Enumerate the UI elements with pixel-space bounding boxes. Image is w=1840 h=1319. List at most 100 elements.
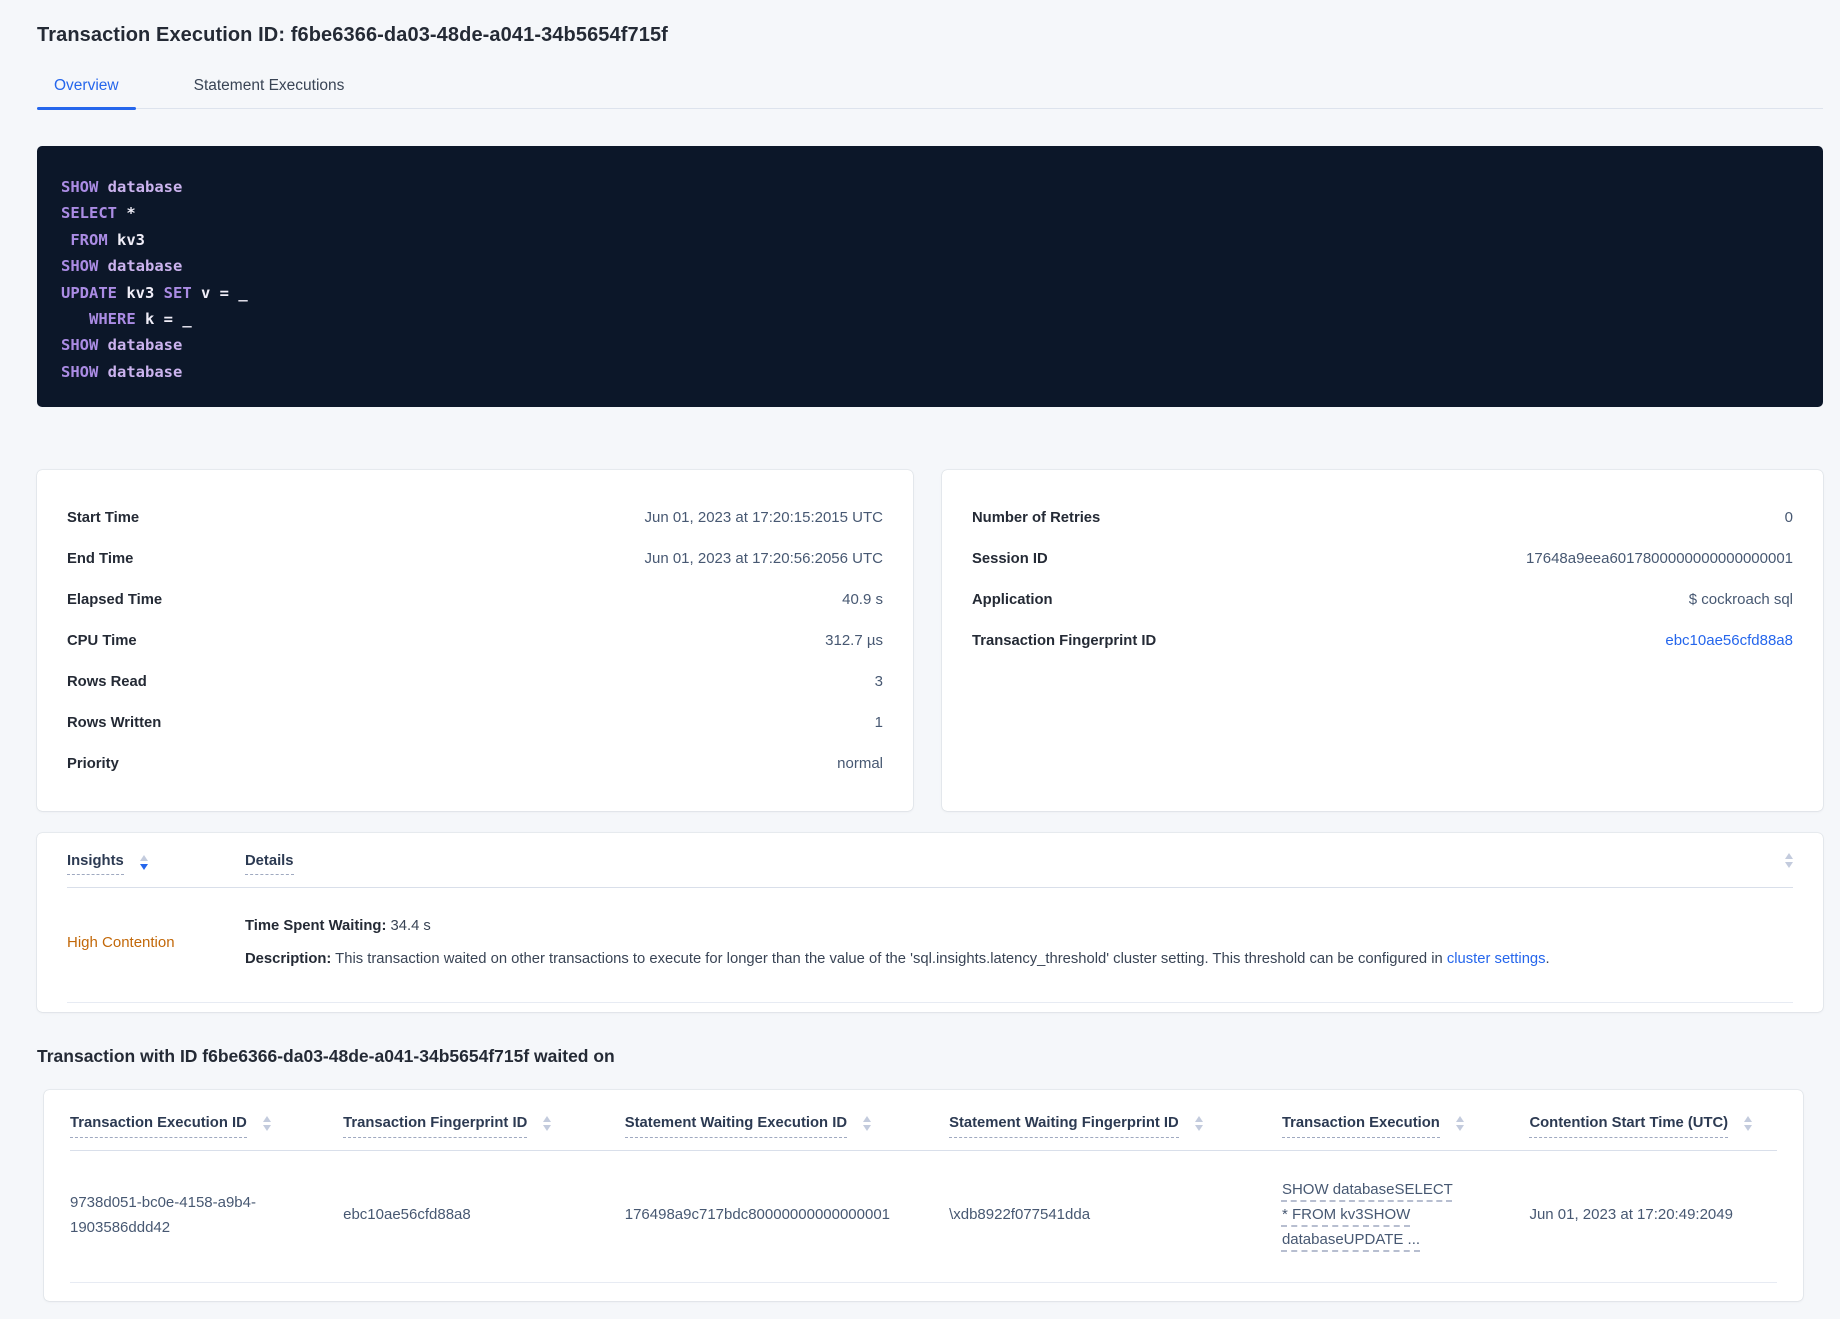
sql-keyword: SHOW [61, 178, 99, 196]
cluster-settings-link[interactable]: cluster settings [1447, 951, 1546, 967]
column-label[interactable]: Transaction Execution ID [70, 1114, 247, 1139]
description-line: Description: This transaction waited on … [245, 943, 1793, 976]
stat-label: Priority [67, 755, 119, 772]
col-transaction-execution[interactable]: Transaction Execution [1281, 1090, 1530, 1152]
stat-value: Jun 01, 2023 at 17:20:56:2056 UTC [644, 550, 883, 568]
insight-type-cell: High Contention [67, 934, 245, 952]
sort-icon[interactable] [863, 1116, 871, 1132]
stat-label: Elapsed Time [67, 591, 163, 608]
stat-row-application: Application $ cockroach sql [972, 579, 1793, 620]
sql-statement-box: SHOW database SELECT * FROM kv3 SHOW dat… [37, 146, 1823, 408]
sql-text: kv3 [117, 283, 155, 302]
stat-value: 312.7 µs [825, 632, 883, 650]
sort-icon[interactable] [543, 1116, 552, 1132]
stat-row-priority: Priority normal [67, 743, 883, 784]
sort-icon[interactable] [1194, 1116, 1203, 1132]
stat-label: Start Time [67, 509, 140, 526]
col-statement-waiting-execution-id[interactable]: Statement Waiting Execution ID [624, 1090, 950, 1152]
waited-on-table: Transaction Execution ID Transaction Fin… [70, 1090, 1777, 1284]
table-row: 9738d051-bc0e-4158-a9b4-1903586ddd42 ebc… [70, 1150, 1777, 1284]
cell-transaction-execution-id: 9738d051-bc0e-4158-a9b4-1903586ddd42 [70, 1150, 344, 1284]
sql-keyword: SHOW [61, 362, 99, 381]
stat-row-session-id: Session ID 17648a9eea6017800000000000000… [972, 538, 1793, 579]
sort-icon[interactable] [1785, 853, 1793, 869]
waited-on-table-card: Transaction Execution ID Transaction Fin… [44, 1090, 1803, 1302]
stat-row-end-time: End Time Jun 01, 2023 at 17:20:56:2056 U… [67, 538, 883, 579]
tab-bar: Overview Statement Executions [37, 77, 1823, 110]
sql-text: * [117, 204, 136, 223]
stat-value: Jun 01, 2023 at 17:20:15:2015 UTC [644, 509, 883, 527]
column-label[interactable]: Transaction Fingerprint ID [343, 1114, 528, 1139]
waited-on-heading: Transaction with ID f6be6366-da03-48de-a… [37, 1046, 615, 1067]
col-transaction-fingerprint-id[interactable]: Transaction Fingerprint ID [343, 1090, 625, 1152]
stat-value: 3 [874, 673, 883, 691]
stat-label: Number of Retries [972, 509, 1101, 526]
sql-keyword: SHOW [61, 336, 99, 355]
stat-row-transaction-fingerprint: Transaction Fingerprint ID ebc10ae56cfd8… [972, 620, 1793, 661]
description-label: Description: [245, 951, 332, 968]
sql-identifier: database [98, 362, 183, 381]
insights-sort-header[interactable]: Insights [67, 853, 124, 876]
cell-transaction-fingerprint-id: ebc10ae56cfd88a8 [343, 1150, 625, 1284]
tab-overview[interactable]: Overview [37, 77, 136, 110]
session-summary-card: Number of Retries 0 Session ID 17648a9ee… [942, 470, 1823, 812]
column-label[interactable]: Statement Waiting Fingerprint ID [949, 1114, 1179, 1139]
waiting-label: Time Spent Waiting: [245, 918, 387, 935]
sql-identifier: database [98, 257, 183, 276]
column-label[interactable]: Statement Waiting Execution ID [624, 1114, 847, 1139]
transaction-fingerprint-link[interactable]: ebc10ae56cfd88a8 [1665, 632, 1793, 649]
sort-icon[interactable] [1455, 1116, 1464, 1132]
transaction-execution-link[interactable]: SHOW databaseSELECT * FROM kv3SHOW datab… [1282, 1177, 1457, 1252]
stat-value: 1 [874, 714, 883, 732]
cell-statement-waiting-fingerprint-id: \xdb8922f077541dda [949, 1150, 1282, 1284]
sql-code: SHOW database SELECT * FROM kv3 SHOW dat… [61, 174, 1799, 385]
sql-identifier: database [98, 178, 183, 196]
insights-card: Insights Details High Contention Time Sp… [37, 833, 1823, 1013]
sort-icon[interactable] [1744, 1116, 1753, 1132]
sort-icon[interactable] [139, 855, 148, 871]
stat-label: CPU Time [67, 632, 137, 649]
stat-label: End Time [67, 550, 134, 567]
details-sort-header[interactable]: Details [245, 853, 294, 876]
table-header-row: Transaction Execution ID Transaction Fin… [70, 1090, 1777, 1152]
stat-value: 0 [1784, 509, 1793, 527]
col-transaction-execution-id[interactable]: Transaction Execution ID [70, 1090, 344, 1152]
sql-keyword: UPDATE [61, 283, 117, 302]
column-label[interactable]: Contention Start Time (UTC) [1529, 1114, 1729, 1139]
sql-keyword: WHERE [61, 310, 136, 329]
stat-value: 40.9 s [842, 591, 883, 609]
sql-text: kv3 [107, 230, 145, 249]
cell-contention-start-time: Jun 01, 2023 at 17:20:49:2049 [1529, 1150, 1777, 1284]
stat-label: Application [972, 591, 1053, 608]
stat-row-rows-read: Rows Read 3 [67, 661, 883, 702]
sql-keyword: FROM [61, 230, 108, 249]
time-spent-waiting-line: Time Spent Waiting: 34.4 s [245, 910, 1793, 943]
waiting-value: 34.4 s [386, 918, 431, 935]
sql-keyword: SELECT [61, 204, 117, 223]
timing-summary-card: Start Time Jun 01, 2023 at 17:20:15:2015… [37, 470, 913, 812]
stat-row-cpu-time: CPU Time 312.7 µs [67, 620, 883, 661]
sql-text: v = _ [191, 283, 248, 302]
sql-identifier: database [98, 336, 183, 355]
stat-row-rows-written: Rows Written 1 [67, 702, 883, 743]
high-contention-badge: High Contention [67, 934, 175, 952]
description-period: . [1545, 951, 1550, 968]
col-contention-start-time[interactable]: Contention Start Time (UTC) [1529, 1090, 1777, 1152]
stat-value: $ cockroach sql [1688, 591, 1793, 609]
cell-statement-waiting-execution-id: 176498a9c717bdc80000000000000001 [624, 1150, 950, 1284]
transaction-details-page: Transaction Execution ID: f6be6366-da03-… [0, 0, 1840, 1319]
stat-row-elapsed-time: Elapsed Time 40.9 s [67, 579, 883, 620]
sql-keyword: SET [154, 283, 192, 302]
stat-row-start-time: Start Time Jun 01, 2023 at 17:20:15:2015… [67, 497, 883, 538]
insight-details-cell: Time Spent Waiting: 34.4 s Description: … [245, 910, 1793, 976]
col-statement-waiting-fingerprint-id[interactable]: Statement Waiting Fingerprint ID [949, 1090, 1282, 1152]
summary-cards-row: Start Time Jun 01, 2023 at 17:20:15:2015… [37, 470, 1823, 812]
stat-label: Transaction Fingerprint ID [972, 632, 1157, 649]
stat-value: normal [837, 755, 883, 773]
sort-icon[interactable] [262, 1116, 271, 1132]
stat-value: 17648a9eea6017800000000000000001 [1526, 550, 1793, 568]
sql-keyword: SHOW [61, 257, 99, 276]
column-label[interactable]: Transaction Execution [1281, 1114, 1440, 1139]
stat-label: Session ID [972, 550, 1048, 567]
tab-statement-executions[interactable]: Statement Executions [177, 77, 362, 108]
